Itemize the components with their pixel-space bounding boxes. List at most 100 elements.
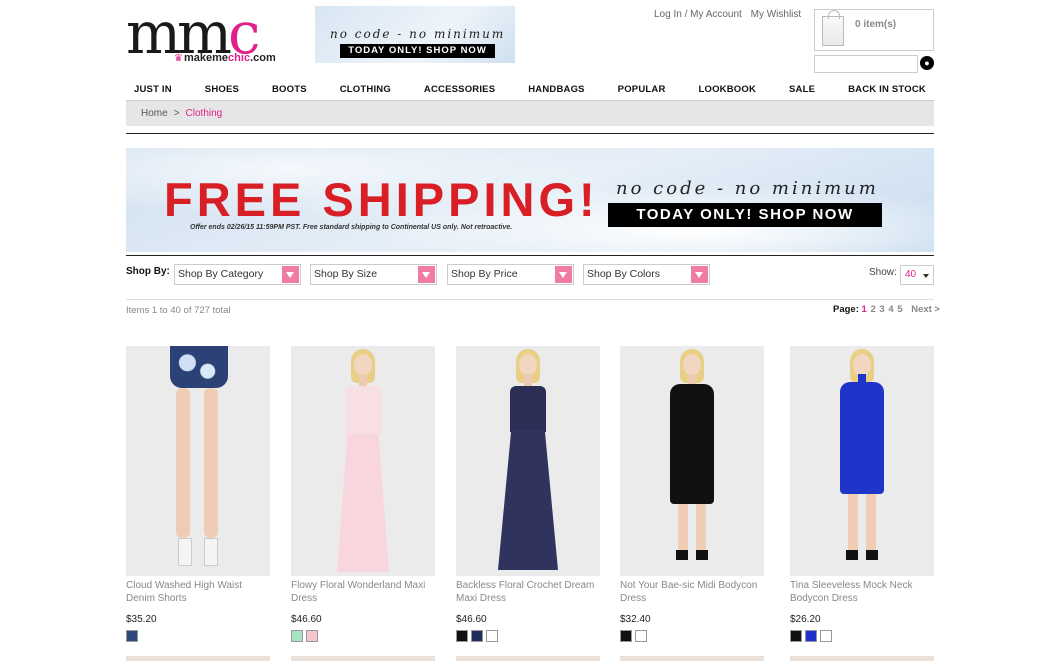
next-row-product-image[interactable] — [291, 656, 435, 661]
results-count: Items 1 to 40 of 727 total — [126, 305, 231, 316]
nav-clothing[interactable]: CLOTHING — [340, 80, 391, 100]
color-swatches — [790, 630, 935, 642]
price-filter[interactable]: Shop By Price — [447, 264, 574, 285]
product-name[interactable]: Tina Sleeveless Mock Neck Bodycon Dress — [790, 579, 935, 606]
show-label: Show: — [869, 267, 897, 278]
top-banner-cta[interactable]: TODAY ONLY! SHOP NOW — [340, 44, 495, 58]
product-name[interactable]: Backless Floral Crochet Dream Maxi Dress — [456, 579, 601, 606]
breadcrumb-separator: > — [173, 108, 180, 119]
category-filter[interactable]: Shop By Category — [174, 264, 301, 285]
nav-lookbook[interactable]: LOOKBOOK — [698, 80, 756, 100]
free-shipping-banner[interactable]: FREE SHIPPING! Offer ends 02/26/15 11:59… — [126, 148, 934, 252]
product-name[interactable]: Cloud Washed High Waist Denim Shorts — [126, 579, 271, 606]
logo-wordmark-a: makeme — [184, 52, 229, 64]
next-row-product-image[interactable] — [790, 656, 934, 661]
next-row-product-image[interactable] — [126, 656, 270, 661]
search-icon[interactable]: ● — [920, 56, 934, 70]
colors-filter[interactable]: Shop By Colors — [583, 264, 710, 285]
pager-label: Page: — [833, 304, 859, 315]
product-card[interactable]: Tina Sleeveless Mock Neck Bodycon Dress … — [790, 346, 935, 642]
product-image[interactable] — [620, 346, 764, 576]
category-filter-label: Shop By Category — [178, 268, 264, 280]
product-card[interactable]: Flowy Floral Wonderland Maxi Dress $46.6… — [291, 346, 436, 642]
product-card[interactable]: Not Your Bae-sic Midi Bodycon Dress $32.… — [620, 346, 765, 642]
page-3[interactable]: 3 — [879, 304, 884, 315]
color-swatches — [456, 630, 601, 642]
logo-wordmark-b: chic — [228, 52, 251, 64]
colors-filter-label: Shop By Colors — [587, 268, 660, 280]
page-1[interactable]: 1 — [862, 304, 867, 315]
color-swatch[interactable] — [126, 630, 138, 642]
color-swatch[interactable] — [456, 630, 468, 642]
color-swatch[interactable] — [820, 630, 832, 642]
page-4[interactable]: 4 — [888, 304, 893, 315]
color-swatch[interactable] — [291, 630, 303, 642]
price-filter-label: Shop By Price — [451, 268, 518, 280]
breadcrumb-home[interactable]: Home — [141, 108, 168, 119]
product-price: $32.40 — [620, 614, 651, 625]
page-2[interactable]: 2 — [870, 304, 875, 315]
color-swatch[interactable] — [635, 630, 647, 642]
pagination: Page: 1 2 3 4 5 Next > — [833, 304, 940, 315]
wishlist-link[interactable]: My Wishlist — [751, 9, 802, 20]
product-card[interactable]: Backless Floral Crochet Dream Maxi Dress… — [456, 346, 601, 642]
hero-fine-print: Offer ends 02/26/15 11:59PM PST. Free st… — [190, 224, 513, 231]
color-swatch[interactable] — [306, 630, 318, 642]
shop-by-label: Shop By: — [126, 266, 170, 277]
product-image[interactable] — [291, 346, 435, 576]
nav-just-in[interactable]: JUST IN — [134, 80, 172, 100]
crown-icon: ♛ — [174, 53, 183, 64]
next-page-link[interactable]: Next > — [911, 304, 940, 315]
nav-sale[interactable]: SALE — [789, 80, 815, 100]
nav-handbags[interactable]: HANDBAGS — [528, 80, 585, 100]
product-price: $35.20 — [126, 614, 157, 625]
shopping-bag-icon — [822, 10, 844, 46]
color-swatches — [126, 630, 271, 642]
size-filter[interactable]: Shop By Size — [310, 264, 437, 285]
nav-popular[interactable]: POPULAR — [618, 80, 666, 100]
next-row-product-image[interactable] — [456, 656, 600, 661]
color-swatch[interactable] — [790, 630, 802, 642]
color-swatches — [291, 630, 436, 642]
product-name[interactable]: Not Your Bae-sic Midi Bodycon Dress — [620, 579, 765, 606]
account-links: Log In / My Account My Wishlist — [654, 9, 807, 20]
product-image[interactable] — [126, 346, 270, 576]
product-card[interactable]: Cloud Washed High Waist Denim Shorts $35… — [126, 346, 271, 642]
per-page-select[interactable]: 40 — [900, 265, 934, 285]
login-link[interactable]: Log In / My Account — [654, 9, 742, 20]
product-image[interactable] — [790, 346, 934, 576]
cart-widget[interactable]: 0 item(s) — [814, 9, 934, 51]
cart-count: 0 item(s) — [855, 19, 897, 30]
product-price: $26.20 — [790, 614, 821, 625]
product-name[interactable]: Flowy Floral Wonderland Maxi Dress — [291, 579, 436, 606]
color-swatch[interactable] — [486, 630, 498, 642]
site-logo[interactable]: mmc ♛ makemechic.com — [126, 4, 286, 76]
hero-tagline: no code - no minimum — [616, 178, 879, 199]
hero-cta[interactable]: TODAY ONLY! SHOP NOW — [608, 203, 882, 227]
breadcrumb-current: Clothing — [185, 108, 223, 119]
color-swatch[interactable] — [620, 630, 632, 642]
size-filter-label: Shop By Size — [314, 268, 378, 280]
search-input[interactable] — [814, 55, 918, 73]
product-price: $46.60 — [456, 614, 487, 625]
color-swatch[interactable] — [471, 630, 483, 642]
product-image[interactable] — [456, 346, 600, 576]
top-promo-banner[interactable]: no code - no minimum TODAY ONLY! SHOP NO… — [315, 6, 515, 63]
breadcrumb: Home > Clothing — [126, 100, 934, 126]
logo-wordmark-c: .com — [250, 52, 276, 64]
top-banner-tagline: no code - no minimum — [330, 27, 506, 41]
main-nav: JUST IN SHOES BOOTS CLOTHING ACCESSORIES… — [126, 80, 934, 100]
hero-title: FREE SHIPPING! — [164, 173, 599, 226]
product-price: $46.60 — [291, 614, 322, 625]
color-swatch[interactable] — [805, 630, 817, 642]
divider — [126, 299, 934, 300]
page-5[interactable]: 5 — [897, 304, 902, 315]
nav-accessories[interactable]: ACCESSORIES — [424, 80, 495, 100]
caret-down-icon — [923, 274, 929, 278]
nav-boots[interactable]: BOOTS — [272, 80, 307, 100]
chevron-down-icon — [418, 266, 435, 283]
nav-shoes[interactable]: SHOES — [205, 80, 239, 100]
divider — [126, 133, 934, 134]
nav-back-in-stock[interactable]: BACK IN STOCK — [848, 80, 926, 100]
next-row-product-image[interactable] — [620, 656, 764, 661]
